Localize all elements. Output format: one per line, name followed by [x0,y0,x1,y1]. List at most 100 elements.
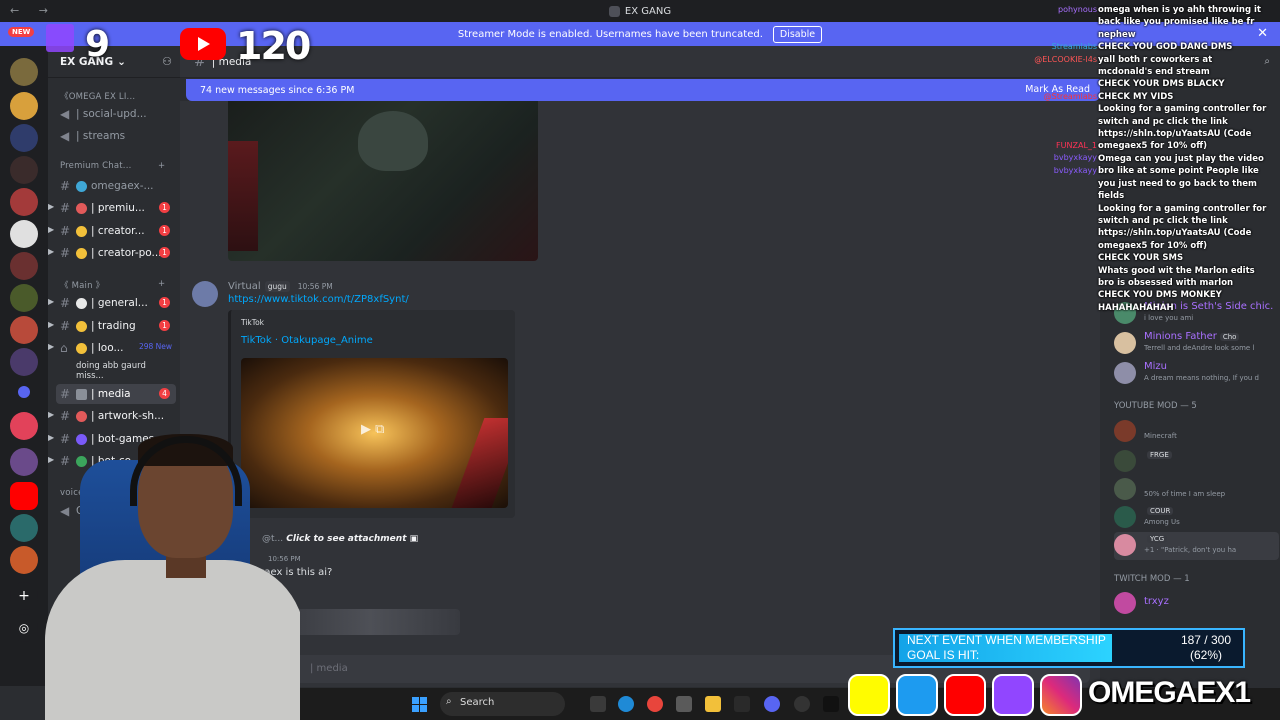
avatar [1114,420,1136,442]
category-header[interactable]: 《OMEGA EX LI... [60,90,135,102]
channel-header: # | media [180,46,1100,78]
member-item[interactable]: Minecraft [1114,418,1279,446]
channel-streams[interactable]: ◀ | streams [56,126,176,146]
new-badge: NEW [8,27,35,37]
app-icon[interactable] [676,696,692,712]
add-channel-icon[interactable]: + [158,161,165,171]
channel-creator-po[interactable]: ▶ # | creator-po... 1 [48,243,176,263]
file-explorer-icon[interactable] [705,696,721,712]
clan-tag: YCG [1147,535,1168,543]
image-icon [76,388,87,400]
channel-label: omegaex-... [91,180,154,192]
server-icon[interactable] [10,92,38,120]
star-icon [76,225,87,237]
social-strip: OMEGAEX1 [848,672,1280,720]
member-item[interactable]: FRGE [1114,448,1279,476]
taskbar-search[interactable]: ⌕ Search [440,692,565,716]
add-channel-icon[interactable]: + [158,279,165,289]
hash-icon: # [60,201,71,215]
unread-indicator: ▶ [48,320,55,329]
avatar [1114,450,1136,472]
add-member-icon[interactable]: ⚇ [162,55,172,68]
edge-icon[interactable] [618,696,634,712]
hash-icon: # [60,179,71,193]
member-status: Terrell and deAndre look some l [1144,344,1255,352]
server-icon[interactable] [10,188,38,216]
channel-label: | streams [76,130,126,142]
windows-start-icon[interactable] [412,697,427,712]
member-item[interactable]: Minions Father Cho Terrell and deAndre loo… [1114,330,1279,358]
snapchat-icon [848,674,890,716]
channel-brand: OMEGAEX1 [1088,676,1251,709]
tiktok-icon[interactable] [823,696,839,712]
member-item[interactable]: COUR Among Us [1114,504,1279,532]
member-status: i love you ami [1144,314,1194,322]
member-item[interactable]: Mizu A dream means nothing, If you d [1114,360,1279,388]
back-forward-nav[interactable]: ← → [10,4,56,17]
search-icon: ⌕ [446,696,452,707]
palette-icon [76,410,87,422]
channel-premium[interactable]: ▶ # | premiu... 1 [48,198,176,218]
avatar [1114,478,1136,500]
server-icon[interactable] [10,252,38,280]
channel-media[interactable]: # | media 4 [56,384,176,404]
member-item[interactable]: 50% of time I am sleep [1114,476,1279,504]
author-name[interactable]: Virtual [228,281,261,292]
disable-button[interactable]: Disable [772,25,823,43]
task-view-icon[interactable] [590,696,606,712]
channel-loo[interactable]: ▶ ⌂ | loo... 298 New [48,338,176,358]
member-item[interactable]: trxyz [1114,590,1279,618]
channel-social-updates[interactable]: ◀ | social-upd... [56,104,176,124]
discord-icon[interactable] [764,696,780,712]
twitch-icon [46,24,74,52]
server-icon[interactable] [10,316,38,344]
message-link[interactable]: https://www.tiktok.com/t/ZP8xfSynt/ [228,294,409,305]
category-header[interactable]: Premium Chat... + [60,161,165,171]
clan-tag: FRGE [1147,451,1172,459]
overlay-chat-line: CHECK YOUR SMS [1098,253,1184,264]
blurred-attachment[interactable] [280,609,460,635]
channel-omegaex[interactable]: # omegaex-... [56,176,176,196]
overlay-chat-line: Looking for a gaming controller for swit… [1098,203,1267,251]
overlay-chat-name [1012,128,1097,140]
member-status: +1 · "Patrick, don't you ha [1144,546,1237,554]
clan-tag: Cho [1219,333,1240,341]
overlay-chat-line: Whats good wit the Marlon edits bro is o… [1098,265,1255,288]
overlay-chat-line: CHECK YOUR DMS BLACKY [1098,79,1225,90]
channel-general[interactable]: ▶ # | general... 1 [48,293,176,313]
folder-icon[interactable] [18,386,30,398]
category-header[interactable]: 《 Main 》 + [60,279,165,291]
obs-icon[interactable] [794,696,810,712]
app-icon[interactable] [734,696,750,712]
embed-title[interactable]: TikTok · Otakupage_Anime [241,335,373,346]
thread-item[interactable]: doing abb gaurd miss... [56,361,176,381]
channel-trading[interactable]: ▶ # | trading 1 [48,316,176,336]
channel-creator[interactable]: ▶ # | creator... 1 [48,221,176,241]
server-icon[interactable] [10,58,38,86]
mention-badge: 1 [159,320,170,331]
star-icon [76,247,87,259]
avatar[interactable] [192,281,218,307]
goal-label-line2: GOAL IS HIT: [907,648,980,662]
channel-label: | general... [91,297,148,309]
channel-label: | trading [91,320,136,332]
embed-provider: TikTok [241,318,265,327]
new-messages-bar[interactable]: 74 new messages since 6:36 PM Mark As Re… [186,79,1100,101]
play-icon[interactable]: ▶ ⧉ [361,422,384,437]
member-item[interactable]: YCG +1 · "Patrick, don't you ha [1114,532,1279,560]
server-icon[interactable] [10,220,38,248]
avatar [1114,506,1136,528]
image-attachment[interactable] [228,101,538,261]
overlay-chat-line: CHECK YOU GOD DANG DMS [1098,42,1233,53]
emoji-icon [76,202,87,214]
server-icon[interactable] [10,156,38,184]
server-icon[interactable] [10,348,38,376]
server-icon[interactable] [10,124,38,152]
emoji-icon [76,342,87,354]
member-status: Minecraft [1144,432,1177,440]
chrome-icon[interactable] [647,696,663,712]
new-messages-text: 74 new messages since 6:36 PM [200,84,355,96]
role-group-header: YOUTUBE MOD — 5 [1114,401,1197,411]
channel-artwork[interactable]: ▶ # | artwork-sh... [48,406,176,426]
server-icon[interactable] [10,284,38,312]
